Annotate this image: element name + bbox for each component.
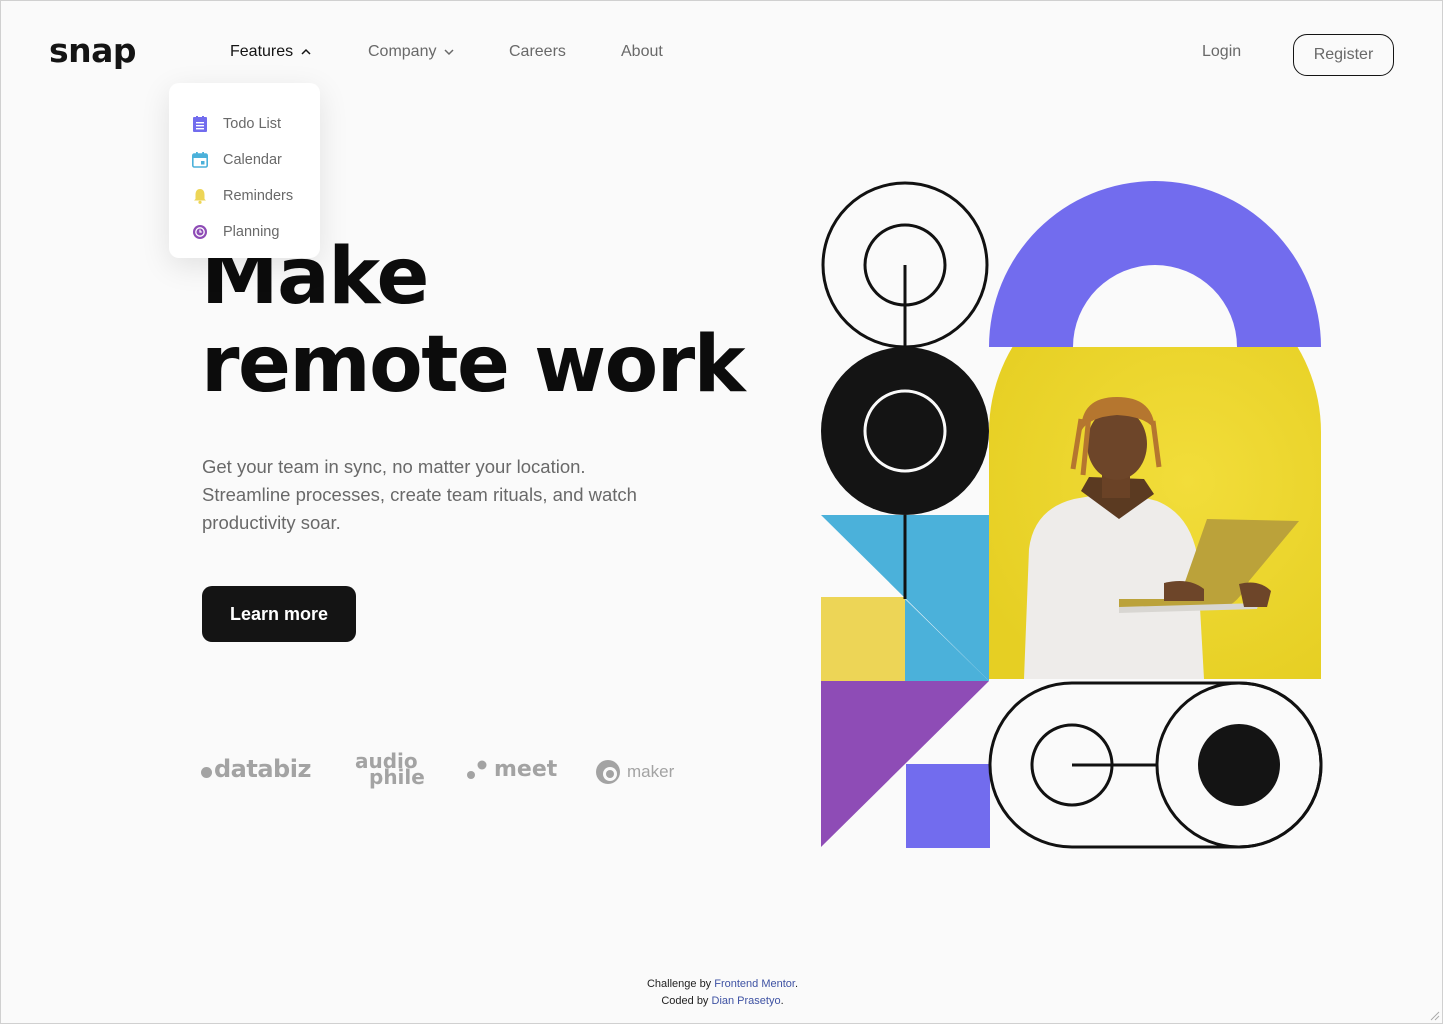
dropdown-item-label: Planning (223, 224, 280, 240)
hero-illustration (821, 181, 1323, 849)
client-meet-wordmark: meet (494, 757, 558, 782)
hero-title-line-2: remote work (201, 320, 746, 410)
chevron-down-icon (444, 49, 455, 56)
snap-logo[interactable]: snap (49, 31, 137, 70)
attribution-challenge-label: Challenge by (646, 978, 715, 990)
nav-careers[interactable]: Careers (509, 43, 566, 61)
dropdown-item-calendar[interactable]: Calendar (169, 142, 320, 178)
purple-arch-shape (989, 181, 1321, 347)
client-audiophile-logo: audio phile (355, 751, 425, 789)
nav-company-label: Company (368, 43, 437, 60)
nav-about[interactable]: About (621, 43, 663, 61)
nav-about-label: About (621, 43, 663, 60)
frontend-mentor-link[interactable]: Frontend Mentor (714, 978, 795, 990)
nav-features-label: Features (230, 43, 294, 60)
attribution-coded-label: Coded by (661, 995, 712, 1007)
chevron-up-icon (301, 48, 311, 55)
calendar-icon (191, 151, 209, 169)
hero-title: Make remote work (201, 233, 781, 409)
dropdown-item-label: Calendar (223, 152, 282, 168)
client-meet-logo: meet (466, 757, 557, 782)
ring-shape (821, 181, 989, 349)
meet-dots-icon (467, 760, 487, 779)
resize-grip-icon[interactable] (1428, 1009, 1440, 1021)
client-databiz-wordmark: databiz (214, 755, 311, 783)
attribution-period: . (794, 978, 799, 990)
dropdown-item-label: Reminders (223, 188, 294, 204)
register-button[interactable]: Register (1293, 34, 1394, 76)
attribution-line-2: Coded by Dian Prasetyo. (1, 993, 1443, 1010)
features-dropdown: Todo List Calendar Reminders Planning (169, 83, 320, 258)
nav-company[interactable]: Company (368, 43, 455, 61)
login-link[interactable]: Login (1202, 43, 1241, 61)
databiz-dot-icon (201, 766, 212, 778)
client-audiophile-wordmark-bottom: phile (369, 765, 425, 789)
client-maker-logo: maker (595, 759, 674, 785)
author-link[interactable]: Dian Prasetyo (712, 995, 781, 1007)
bell-icon (191, 187, 209, 205)
client-databiz-logo: databiz (201, 755, 311, 783)
triangle-mosaic-shape (821, 515, 990, 848)
learn-more-button[interactable]: Learn more (202, 586, 356, 642)
attribution-line-1: Challenge by Frontend Mentor. (1, 976, 1443, 993)
dropdown-item-label: Todo List (223, 116, 282, 132)
dropdown-item-todo-list[interactable]: Todo List (169, 106, 320, 142)
maker-circle-icon (596, 760, 620, 784)
attribution-period: . (780, 995, 784, 1007)
client-maker-wordmark: maker (627, 762, 675, 781)
todo-list-icon (191, 115, 209, 133)
pill-shape (988, 681, 1323, 849)
person-photo (989, 347, 1321, 679)
nav-careers-label: Careers (509, 43, 566, 60)
planning-icon (191, 223, 209, 241)
dropdown-item-reminders[interactable]: Reminders (169, 178, 320, 214)
dropdown-item-planning[interactable]: Planning (169, 214, 320, 250)
hero-description: Get your team in sync, no matter your lo… (202, 456, 637, 533)
attribution: Challenge by Frontend Mentor. Coded by D… (1, 976, 1443, 1010)
black-circle-shape (821, 347, 989, 515)
nav-features[interactable]: Features (230, 43, 311, 61)
